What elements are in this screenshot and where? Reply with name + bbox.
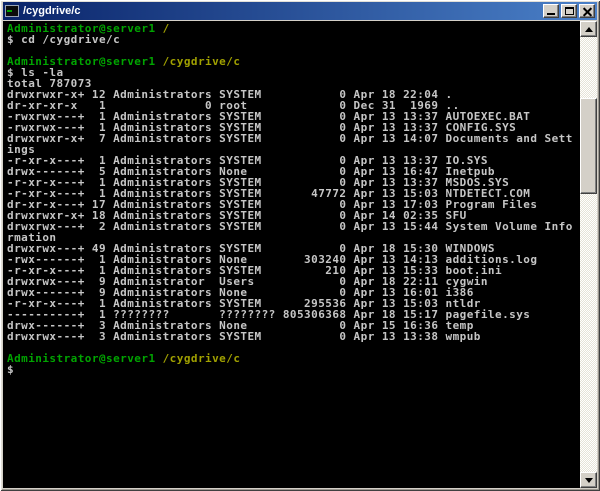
title-bar[interactable]: /cygdrive/c <box>3 2 597 20</box>
terminal-text: $ <box>7 363 14 376</box>
maximize-button[interactable] <box>561 4 577 18</box>
prompt-path: / <box>156 22 170 35</box>
minimize-icon <box>547 13 555 15</box>
terminal-line: drwxrwx---+ 3 Administrators SYSTEM 0 Ap… <box>7 331 580 342</box>
close-button[interactable] <box>579 4 595 18</box>
terminal-output: Administrator@server1 /$ cd /cygdrive/c … <box>3 21 580 488</box>
terminal-line: $ ls -la <box>7 67 580 78</box>
terminal-line: $ cd /cygdrive/c <box>7 34 580 45</box>
prompt-path: /cygdrive/c <box>156 352 241 365</box>
terminal-line: $ <box>7 364 580 375</box>
terminal-text: drwxrwxr-x+ 7 Administrators SYSTEM 0 Ap… <box>7 132 573 145</box>
terminal-line: Administrator@server1 /cygdrive/c <box>7 56 580 67</box>
terminal-text: drwxrwx---+ 2 Administrators SYSTEM 0 Ap… <box>7 220 573 233</box>
prompt-path: /cygdrive/c <box>156 55 241 68</box>
scrollbar-thumb[interactable] <box>580 98 597 194</box>
terminal-window: /cygdrive/c Administrator@server1 / $ cd … <box>0 0 600 491</box>
terminal-text: drwxrwx---+ 3 Administrators SYSTEM 0 Ap… <box>7 330 481 343</box>
window-title: /cygdrive/c <box>23 2 541 20</box>
terminal-line: drwxrwxr-x+ 7 Administrators SYSTEM 0 Ap… <box>7 133 580 144</box>
maximize-icon <box>565 7 574 15</box>
close-icon <box>583 7 592 16</box>
scroll-up-arrow-icon <box>585 27 593 32</box>
scroll-up-button[interactable] <box>580 21 597 37</box>
scroll-down-arrow-icon <box>585 478 593 483</box>
window-controls <box>541 4 595 18</box>
prompt-user: Administrator@server1 <box>7 352 156 365</box>
minimize-button[interactable] <box>543 4 559 18</box>
console-area: Administrator@server1 /$ cd /cygdrive/c … <box>3 21 597 488</box>
terminal-line: drwxrwx---+ 2 Administrators SYSTEM 0 Ap… <box>7 221 580 232</box>
terminal-line: Administrator@server1 /cygdrive/c <box>7 353 580 364</box>
scroll-down-button[interactable] <box>580 472 597 488</box>
terminal-text: $ cd /cygdrive/c <box>7 33 120 46</box>
vertical-scrollbar[interactable] <box>580 21 597 488</box>
cygwin-terminal-icon <box>5 5 19 17</box>
